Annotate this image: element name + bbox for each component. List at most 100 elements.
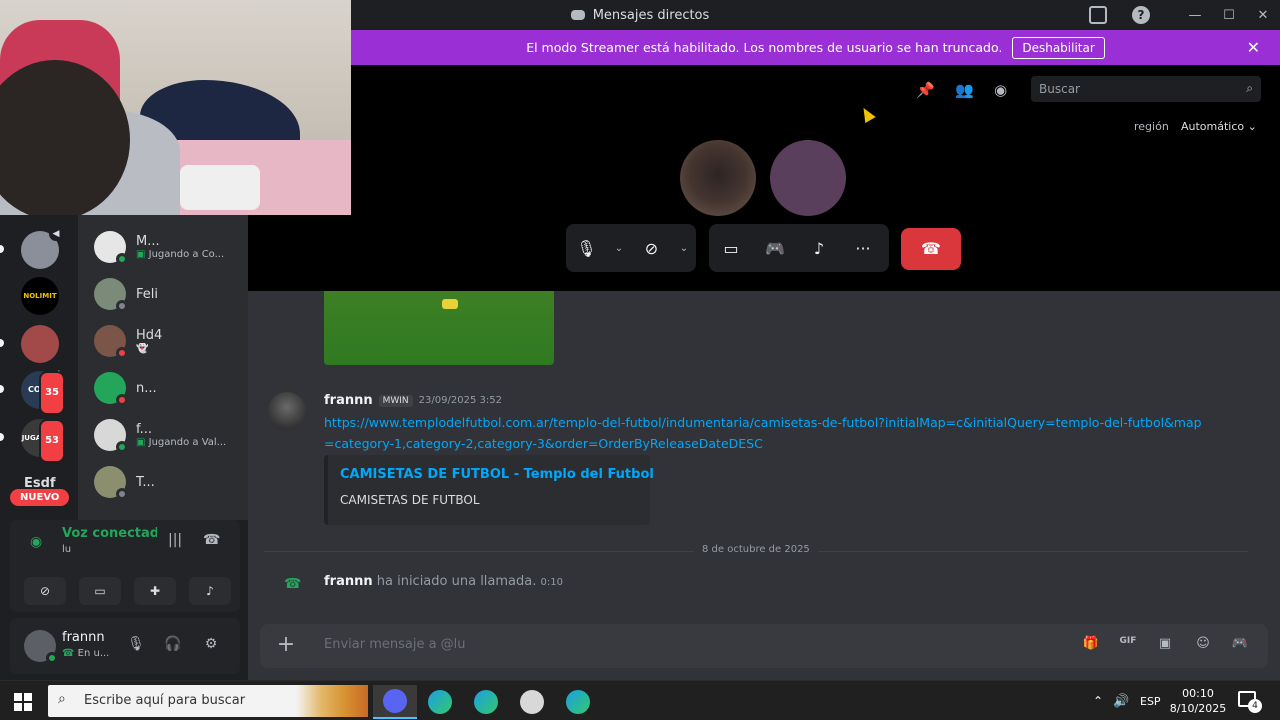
volume-icon[interactable]: 🔊 xyxy=(1113,681,1129,720)
pin-icon[interactable]: 📌 xyxy=(916,81,935,99)
server-icon[interactable]: COPE ◀ 35 xyxy=(21,367,65,415)
microphone-icon[interactable]: 🎙 xyxy=(126,636,146,656)
end-call-button[interactable]: ☎ xyxy=(901,228,961,270)
window-title: Mensajes directos xyxy=(570,8,709,23)
windows-taskbar: ⌕ Escribe aquí para buscar ⌃ 🔊 ESP 00:10… xyxy=(0,680,1280,720)
app-icon[interactable] xyxy=(510,685,554,719)
help-icon[interactable]: ? xyxy=(1132,6,1150,24)
chevron-down-icon[interactable]: ⌄ xyxy=(607,224,631,272)
camera-off-button[interactable]: ⊘ xyxy=(24,577,66,605)
signal-icon[interactable]: ◉ xyxy=(30,534,42,550)
date-divider-label: 8 de octubre de 2025 xyxy=(694,544,818,555)
voice-connected-panel: ◉ Voz conectada lu ||| ☎ ⊘ ▭ ✚ ♪ xyxy=(10,520,240,612)
message-author[interactable]: frannn xyxy=(324,393,373,408)
system-message: frannn ha iniciado una llamada. 0:10 xyxy=(324,574,563,589)
participant-avatar[interactable] xyxy=(680,140,756,216)
add-friend-icon[interactable]: 👥 xyxy=(955,81,974,99)
gift-icon[interactable]: 🎁 xyxy=(1080,636,1102,656)
settings-gear-icon[interactable]: ⚙ xyxy=(201,636,221,656)
screen-share-icon[interactable]: ▭ xyxy=(709,224,753,272)
embed-description: CAMISETAS DE FUTBOL xyxy=(340,493,480,507)
dm-item[interactable]: Hd4 👻 xyxy=(94,321,248,361)
server-icon[interactable]: NOLIMIT xyxy=(21,277,59,315)
avatar[interactable] xyxy=(268,392,306,430)
taskbar-search-input[interactable]: ⌕ Escribe aquí para buscar xyxy=(48,685,368,717)
emoji-icon[interactable]: ☺ xyxy=(1192,636,1214,656)
notifications-icon[interactable]: 4 xyxy=(1238,691,1262,713)
avatar xyxy=(94,325,128,359)
avatar[interactable] xyxy=(24,630,58,664)
language-indicator[interactable]: ESP xyxy=(1140,681,1161,720)
microphone-icon[interactable]: 🎙 xyxy=(566,224,607,272)
avatar xyxy=(94,278,128,312)
maximize-button[interactable]: ☐ xyxy=(1212,8,1246,23)
username[interactable]: frannn xyxy=(62,630,105,645)
message-image[interactable] xyxy=(324,291,554,365)
user-status: ☎ En u... xyxy=(62,648,110,659)
close-window-button[interactable]: ✕ xyxy=(1246,8,1280,23)
dm-item[interactable]: M... ▣ Jugando a Co... xyxy=(94,227,248,267)
region-select[interactable]: Automático ⌄ xyxy=(1181,120,1257,133)
windows-start-icon[interactable] xyxy=(14,693,32,711)
attach-plus-icon[interactable]: + xyxy=(274,633,298,657)
avatar xyxy=(94,231,128,265)
dm-item[interactable]: T... xyxy=(94,462,248,502)
banner-close-icon[interactable]: ✕ xyxy=(1247,38,1260,57)
dm-item[interactable]: f... ▣ Jugando a Val... xyxy=(94,415,248,455)
dm-item[interactable]: Feli xyxy=(94,274,248,314)
webcam-overlay xyxy=(0,0,351,215)
chevron-down-icon[interactable]: ⌄ xyxy=(672,224,696,272)
minimize-button[interactable]: — xyxy=(1178,8,1212,23)
avatar xyxy=(94,372,128,406)
user-profile-icon[interactable]: ◉ xyxy=(994,81,1007,99)
noise-suppression-icon[interactable]: ||| xyxy=(168,532,182,548)
user-panel: frannn ☎ En u... 🎙 🎧 ⚙ xyxy=(10,618,240,674)
clock[interactable]: 00:10 8/10/2025 xyxy=(1166,686,1230,716)
activity-icon[interactable]: 🎮 xyxy=(753,224,797,272)
participant-avatar[interactable] xyxy=(770,140,846,216)
edge-icon[interactable] xyxy=(464,685,508,719)
camera-off-icon[interactable]: ⊘ xyxy=(631,224,672,272)
voice-channel: lu xyxy=(62,544,72,555)
gif-icon[interactable]: GIF xyxy=(1117,636,1139,656)
server-icon[interactable] xyxy=(21,325,59,363)
speaker-icon: ◀ xyxy=(49,227,63,241)
message-link[interactable]: https://www.templodelfutbol.com.ar/templ… xyxy=(324,412,1204,454)
link-embed: CAMISETAS DE FUTBOL - Templo del Futbol … xyxy=(324,455,654,525)
discord-taskbar-icon[interactable] xyxy=(373,685,417,719)
server-icon[interactable]: ◀ xyxy=(21,227,63,269)
soundboard-button[interactable]: ♪ xyxy=(189,577,231,605)
dm-list: M... ▣ Jugando a Co... Feli Hd4 👻 n... f..… xyxy=(78,215,248,520)
mention-badge: 35 xyxy=(39,371,65,415)
voice-status[interactable]: Voz conectada xyxy=(62,526,157,541)
headphones-icon[interactable]: 🎧 xyxy=(163,636,183,656)
disable-streamer-button[interactable]: Deshabilitar xyxy=(1012,36,1105,59)
audio-video-controls: 🎙 ⌄ ⊘ ⌄ xyxy=(566,224,696,272)
server-icon[interactable]: JUGADOR 53 xyxy=(21,419,65,463)
activity-button[interactable]: ✚ xyxy=(134,577,176,605)
search-input[interactable]: Buscar ⌕ xyxy=(1031,76,1261,102)
screen-share-button[interactable]: ▭ xyxy=(79,577,121,605)
streamer-mode-banner: El modo Streamer está habilitado. Los no… xyxy=(351,30,1280,65)
soundboard-icon[interactable]: ♪ xyxy=(797,224,841,272)
dm-item[interactable]: n... xyxy=(94,368,248,408)
activity-icon[interactable]: 🎮 xyxy=(1229,636,1251,656)
avatar xyxy=(94,419,128,453)
inbox-icon[interactable] xyxy=(1089,6,1107,24)
chevron-up-icon[interactable]: ⌃ xyxy=(1093,681,1103,720)
message-input[interactable]: + Enviar mensaje a @lu 🎁 GIF ▣ ☺ 🎮 xyxy=(260,624,1268,668)
embed-title[interactable]: CAMISETAS DE FUTBOL - Templo del Futbol xyxy=(340,467,654,482)
clan-tag[interactable]: MWIN xyxy=(378,394,413,407)
sticker-icon[interactable]: ▣ xyxy=(1154,636,1176,656)
edge-icon[interactable] xyxy=(556,685,600,719)
discord-icon xyxy=(570,10,585,20)
call-actions: ▭ 🎮 ♪ ··· xyxy=(709,224,889,272)
chat-area: frannn MWIN 23/09/2025 3:52 https://www.… xyxy=(248,291,1280,620)
search-icon: ⌕ xyxy=(58,691,66,707)
edge-icon[interactable] xyxy=(418,685,462,719)
disconnect-icon[interactable]: ☎ xyxy=(203,532,220,548)
region-label: región xyxy=(1134,120,1169,133)
banner-text: El modo Streamer está habilitado. Los no… xyxy=(526,40,1003,55)
more-options-icon[interactable]: ··· xyxy=(841,224,885,272)
mention-badge: 53 xyxy=(39,419,65,463)
